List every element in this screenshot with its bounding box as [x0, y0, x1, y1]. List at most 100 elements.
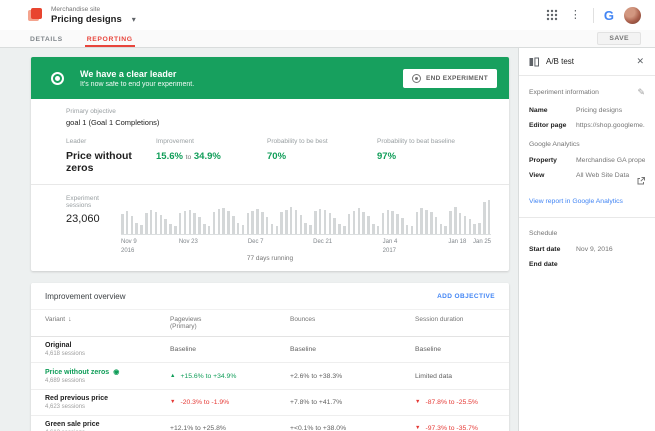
prob-best-value: 70%	[267, 151, 377, 162]
chart-bar	[367, 216, 370, 234]
bounces-cell: Baseline	[290, 346, 415, 353]
external-link-icon[interactable]	[637, 172, 645, 190]
divider	[519, 217, 655, 218]
tab-bar: DETAILS REPORTING SAVE	[0, 30, 655, 48]
experiment-title: Pricing designs	[51, 14, 122, 25]
chart-bar	[131, 216, 134, 234]
chevron-down-icon[interactable]: ▾	[132, 15, 136, 24]
site-label: Merchandise site	[51, 6, 136, 13]
chart-bar	[464, 216, 467, 235]
leader-banner: We have a clear leader It's now safe to …	[31, 57, 509, 99]
chart-bar	[420, 208, 423, 234]
field-property: Property Merchandise GA property	[529, 157, 645, 164]
end-experiment-button[interactable]: END EXPERIMENT	[403, 69, 497, 88]
sort-descending-icon: ↓	[68, 316, 72, 323]
user-avatar[interactable]	[624, 7, 641, 24]
summary-metrics: Primary objective goal 1 (Goal 1 Complet…	[31, 99, 509, 184]
chart-bar	[478, 223, 481, 234]
session-duration-cell: ▼-97.3% to -35.7%	[415, 425, 495, 431]
chart-bar	[483, 202, 486, 234]
column-header-session-duration[interactable]: Session duration	[415, 316, 495, 323]
chart-bar	[430, 212, 433, 234]
leader-badge-icon: ◉	[113, 369, 119, 376]
more-options-icon[interactable]: ⋮	[568, 10, 583, 21]
axis-tick-label: Dec 7	[248, 238, 264, 247]
improvement-label: Improvement	[156, 138, 267, 145]
chart-bar	[343, 226, 346, 234]
axis-tick-label: Dec 21	[313, 238, 332, 247]
view-report-link[interactable]: View report in Google Analytics	[529, 198, 645, 205]
sessions-chart: Nov 92016Nov 23Dec 7Dec 21Jan 42017Jan 1…	[121, 197, 491, 251]
close-icon[interactable]: ✕	[635, 56, 645, 67]
chart-bar	[189, 210, 192, 234]
chart-bar	[227, 211, 230, 234]
sessions-section: Experiment sessions 23,060 Nov 92016Nov …	[31, 185, 509, 251]
chart-bar	[164, 219, 167, 234]
chart-bar	[261, 212, 264, 234]
chart-bar	[155, 212, 158, 234]
divider	[593, 8, 594, 23]
chart-bar	[304, 223, 307, 234]
ab-test-icon	[529, 57, 539, 67]
chart-bar	[406, 225, 409, 234]
tab-details[interactable]: DETAILS	[28, 30, 65, 47]
axis-tick-label: Jan 42017	[383, 238, 398, 256]
save-button[interactable]: SAVE	[597, 32, 641, 45]
chart-bar	[121, 214, 124, 234]
table-row-red-previous-price: Red previous price 4,623 sessions ▼-20.3…	[31, 390, 509, 416]
summary-card: We have a clear leader It's now safe to …	[31, 57, 509, 271]
chart-bar	[314, 211, 317, 234]
banner-title: We have a clear leader	[80, 69, 194, 79]
chart-bar	[440, 224, 443, 234]
primary-objective-label: Primary objective	[66, 108, 489, 115]
prob-beat-baseline-label: Probability to beat baseline	[377, 138, 489, 145]
chart-bar	[251, 211, 254, 234]
banner-subtitle: It's now safe to end your experiment.	[80, 81, 194, 88]
chart-bar	[348, 214, 351, 234]
table-row-green-sale-price: Green sale price 4,612 sessions +12.1% t…	[31, 416, 509, 431]
chart-bar	[454, 207, 457, 234]
chart-bar	[295, 210, 298, 234]
axis-tick-label: Jan 25	[473, 238, 491, 247]
chart-bar	[285, 210, 288, 234]
chart-bar	[488, 200, 491, 234]
column-header-variant[interactable]: Variant↓	[45, 316, 170, 323]
chart-bar	[203, 224, 206, 234]
field-name: Name Pricing designs	[529, 107, 645, 114]
tab-reporting[interactable]: REPORTING	[85, 30, 135, 47]
column-header-bounces[interactable]: Bounces	[290, 316, 415, 323]
chart-bar	[247, 213, 250, 234]
chart-bar	[232, 216, 235, 235]
chart-bar	[126, 211, 129, 234]
sessions-total: 23,060	[66, 213, 121, 225]
variant-name: Red previous price	[45, 395, 108, 402]
chart-bar	[222, 208, 225, 234]
chart-bar	[184, 211, 187, 234]
chart-bar	[377, 226, 380, 235]
chart-bar	[338, 224, 341, 234]
edit-icon[interactable]: ✎	[637, 87, 645, 98]
variant-name: Original	[45, 342, 71, 349]
experiment-switcher[interactable]: Merchandise site Pricing designs ▾	[28, 6, 136, 25]
chart-bar	[169, 224, 172, 234]
field-editor-page: Editor page https://shop.googleme...	[529, 122, 645, 129]
add-objective-button[interactable]: ADD OBJECTIVE	[437, 293, 495, 300]
days-running-label: 77 days running	[31, 251, 509, 271]
chart-bar	[280, 212, 283, 234]
chart-bar	[271, 224, 274, 234]
chart-bar	[435, 217, 438, 234]
primary-objective-value: goal 1 (Goal 1 Completions)	[66, 118, 489, 127]
chart-bar	[459, 213, 462, 234]
bounces-cell: +2.6% to +38.3%	[290, 373, 415, 380]
pageviews-cell: +12.1% to +25.8%	[170, 425, 290, 431]
chart-bar	[135, 223, 138, 234]
variant-sessions: 4,689 sessions	[45, 378, 170, 384]
sessions-bar-chart	[121, 197, 491, 235]
column-header-pageviews[interactable]: Pageviews (Primary)	[170, 316, 290, 330]
chart-bar	[362, 212, 365, 234]
pageviews-cell: ▲+15.6% to +34.9%	[170, 373, 290, 380]
apps-grid-icon[interactable]	[546, 9, 558, 21]
variant-sessions: 4,618 sessions	[45, 351, 170, 357]
pageviews-cell: ▼-20.3% to -1.9%	[170, 399, 290, 406]
chart-bar	[411, 226, 414, 234]
